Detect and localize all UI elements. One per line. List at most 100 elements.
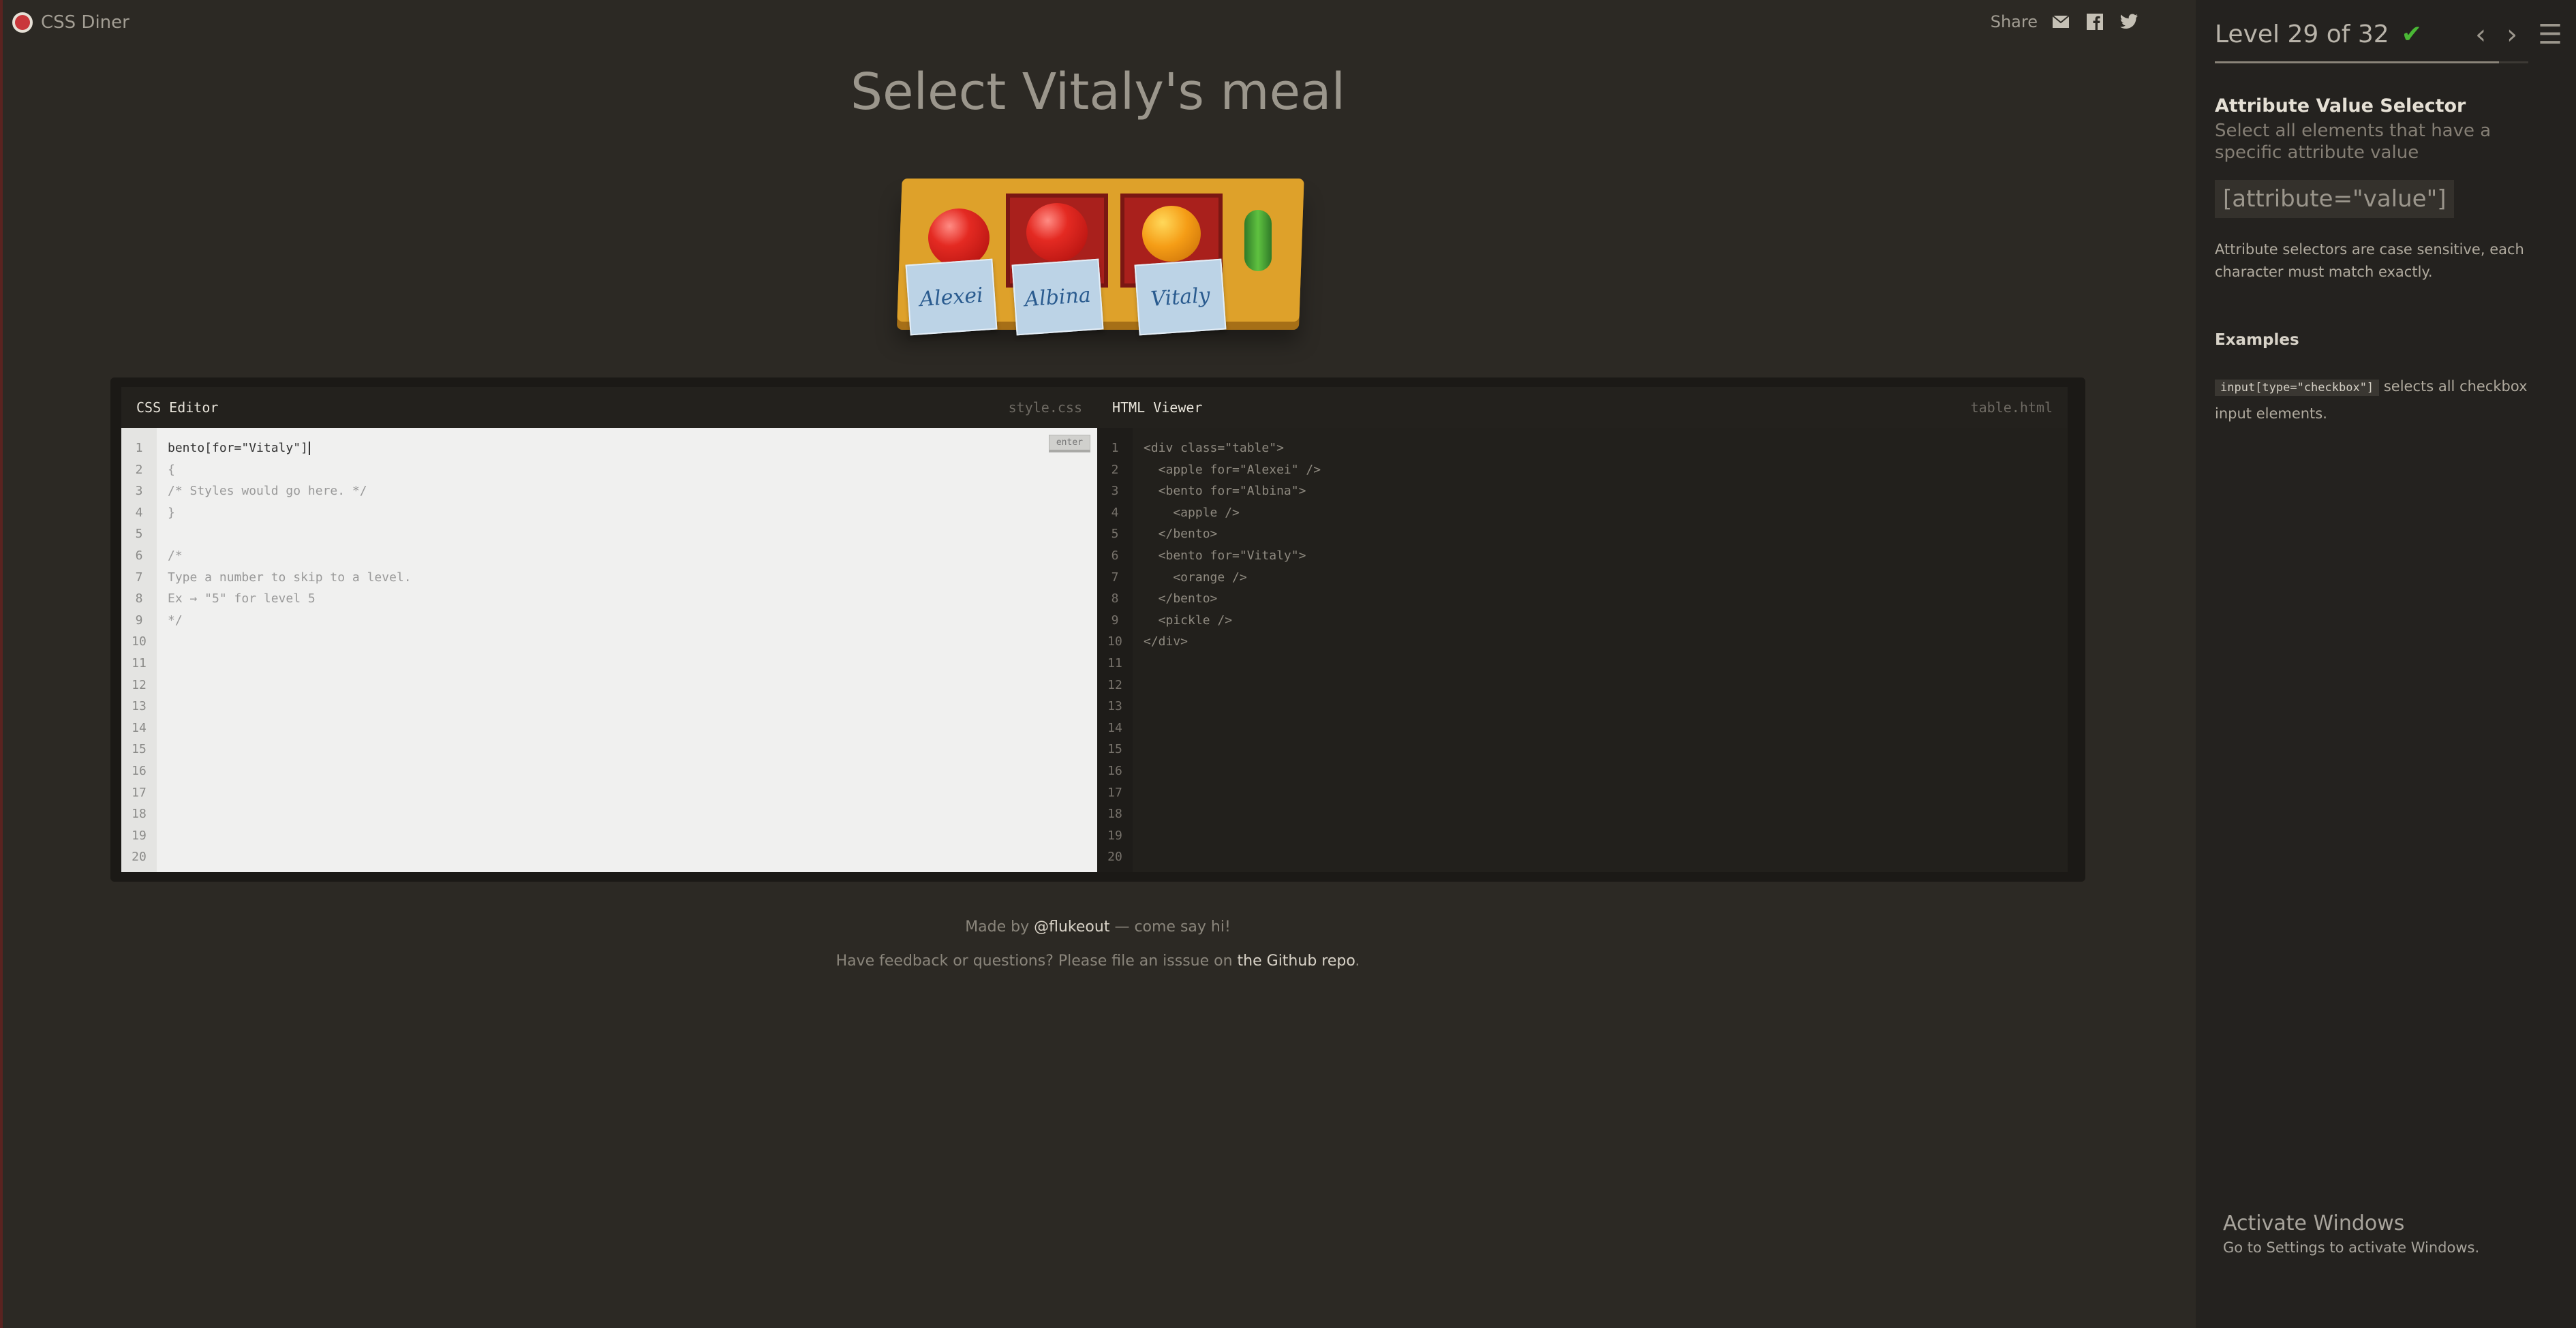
css-line-numbers: 1 2 3 4 5 6 7 8 9 10 11 12 13 14 15 16 17 18 19 20 [121,428,157,872]
line-number: 20 [1107,850,1122,865]
enter-button[interactable]: enter [1048,435,1090,452]
line-number: 6 [1111,548,1119,563]
html-code-line[interactable]: <bento for="Albina"> [1144,480,1321,502]
line-number: 13 [132,699,147,714]
example-item: input[type="checkbox"] selects all check… [2215,373,2562,427]
editor-panel: CSS Editor style.css 1 2 3 4 5 6 7 8 9 10 11 12 13 14… [110,377,2085,882]
line-number: 16 [132,763,147,778]
feedback-suffix: . [1355,953,1360,970]
line-number: 3 [135,484,143,499]
share-label: Share [1990,12,2038,31]
level-nav: ‹ › ☰ [2475,19,2562,50]
line-number: 1 [1111,441,1119,455]
line-number: 8 [135,591,143,606]
line-number: 11 [132,655,147,670]
line-number: 16 [1107,763,1122,778]
level-sidebar: Level 29 of 32 ✔ ‹ › ☰ Attribute Value S… [2196,0,2576,1328]
logo-icon [12,12,33,33]
feedback-prefix: Have feedback or questions? Please file … [835,953,1238,970]
app-logo[interactable]: CSS Diner [12,12,129,33]
line-number: 2 [135,462,143,477]
line-number: 19 [1107,828,1122,843]
selector-description: Select all elements that have a specific… [2215,121,2491,163]
html-markup-lines: <div class="table"> <apple for="Alexei" … [1144,437,1321,653]
html-code-line[interactable]: <orange /> [1144,567,1321,589]
html-code-line[interactable]: </div> [1144,631,1321,653]
html-viewer-title: HTML Viewer [1112,399,1203,416]
orange-in-bento[interactable] [1142,206,1201,262]
html-code-line[interactable]: <apple /> [1144,502,1321,524]
line-number: 13 [1107,699,1122,714]
credit-prefix: Made by [965,918,1034,936]
dinner-table: Alexei Albina Vitaly [886,179,1308,342]
example-code: input[type="checkbox"] [2215,380,2380,396]
twitter-icon[interactable] [2118,12,2140,31]
line-number: 4 [135,505,143,520]
github-repo-link[interactable]: the Github repo [1238,953,1355,970]
examples-title: Examples [2215,331,2299,349]
selector-hint: Attribute selectors are case sensitive, … [2215,241,2524,280]
share-bar: Share [1991,12,2140,31]
footer-credit: Made by @flukeout — come say hi! [0,918,2196,936]
mail-icon[interactable] [2050,12,2072,31]
selector-syntax: [attribute="value"] [2215,180,2455,218]
line-number: 7 [1111,570,1119,585]
line-number: 1 [135,441,143,455]
line-number: 5 [1111,527,1119,542]
html-code-line[interactable]: </bento> [1144,523,1321,545]
line-number: 17 [1107,785,1122,800]
line-number: 12 [132,677,147,692]
level-text: Level 29 of 32 [2215,20,2389,48]
activate-title: Activate Windows [2223,1211,2405,1235]
css-placeholder-lines: { /* Styles would go here. */ } /* Type … [168,462,412,628]
nametag-albina: Albina [1011,258,1104,336]
line-number: 19 [132,828,147,843]
line-number: 7 [135,570,143,585]
selector-name: Attribute Value Selector [2215,95,2466,117]
menu-icon[interactable]: ☰ [2538,19,2562,50]
css-lines: bento[for="Vitaly"] { /* Styles would go… [168,437,412,631]
html-line-numbers: 1 2 3 4 5 6 7 8 9 10 11 12 13 14 15 16 17 18 19 20 [1097,428,1133,872]
css-editor-header: CSS Editor style.css [121,387,1097,428]
facebook-icon[interactable] [2084,12,2106,31]
level-indicator[interactable]: Level 29 of 32 ✔ [2215,20,2422,48]
windows-activation-watermark: Activate Windows Go to Settings to activ… [2223,1211,2479,1256]
apple-alexei[interactable] [928,209,990,267]
chevron-left-icon[interactable]: ‹ [2475,19,2486,50]
pickle[interactable] [1244,210,1272,271]
line-number: 14 [1107,720,1122,735]
line-number: 8 [1111,591,1119,606]
credit-suffix: — come say hi! [1109,918,1231,936]
apple-in-bento[interactable] [1026,203,1088,262]
css-code-area[interactable]: 1 2 3 4 5 6 7 8 9 10 11 12 13 14 15 16 17 18 19 20 bento[fo… [121,428,1097,872]
css-file-name: style.css [1008,399,1082,416]
line-number: 4 [1111,505,1119,520]
chevron-right-icon[interactable]: › [2506,19,2517,50]
css-input-value[interactable]: bento[for="Vitaly"] [168,441,308,455]
page-title: Select Vitaly's meal [850,63,1346,121]
line-number: 5 [135,527,143,542]
line-number: 10 [1107,634,1122,649]
line-number: 17 [132,785,147,800]
html-code-line[interactable]: <bento for="Vitaly"> [1144,545,1321,567]
html-code-line[interactable]: </bento> [1144,588,1321,610]
nametag-vitaly: Vitaly [1134,258,1227,336]
html-code-line[interactable]: <pickle /> [1144,610,1321,632]
html-code-line[interactable]: <apple for="Alexei" /> [1144,459,1321,481]
line-number: 9 [1111,613,1119,628]
line-number: 9 [135,613,143,628]
html-viewer-header: HTML Viewer table.html [1097,387,2068,428]
html-code-area: 1 2 3 4 5 6 7 8 9 10 11 12 13 14 15 16 17 18 19 20 <div cla… [1097,428,2068,872]
css-editor-title: CSS Editor [136,399,219,416]
css-input[interactable]: bento[for="Vitaly"] [168,441,310,455]
flukeout-link[interactable]: @flukeout [1034,918,1109,936]
line-number: 18 [1107,807,1122,822]
line-number: 3 [1111,484,1119,499]
check-icon: ✔ [2401,20,2422,48]
html-viewer: HTML Viewer table.html 1 2 3 4 5 6 7 8 9 10 11 12 13… [1097,387,2068,872]
app-name: CSS Diner [41,12,129,33]
level-progress-fill [2215,61,2499,63]
activate-subtitle: Go to Settings to activate Windows. [2223,1239,2480,1256]
line-number: 10 [132,634,147,649]
html-code-line[interactable]: <div class="table"> [1144,437,1321,459]
